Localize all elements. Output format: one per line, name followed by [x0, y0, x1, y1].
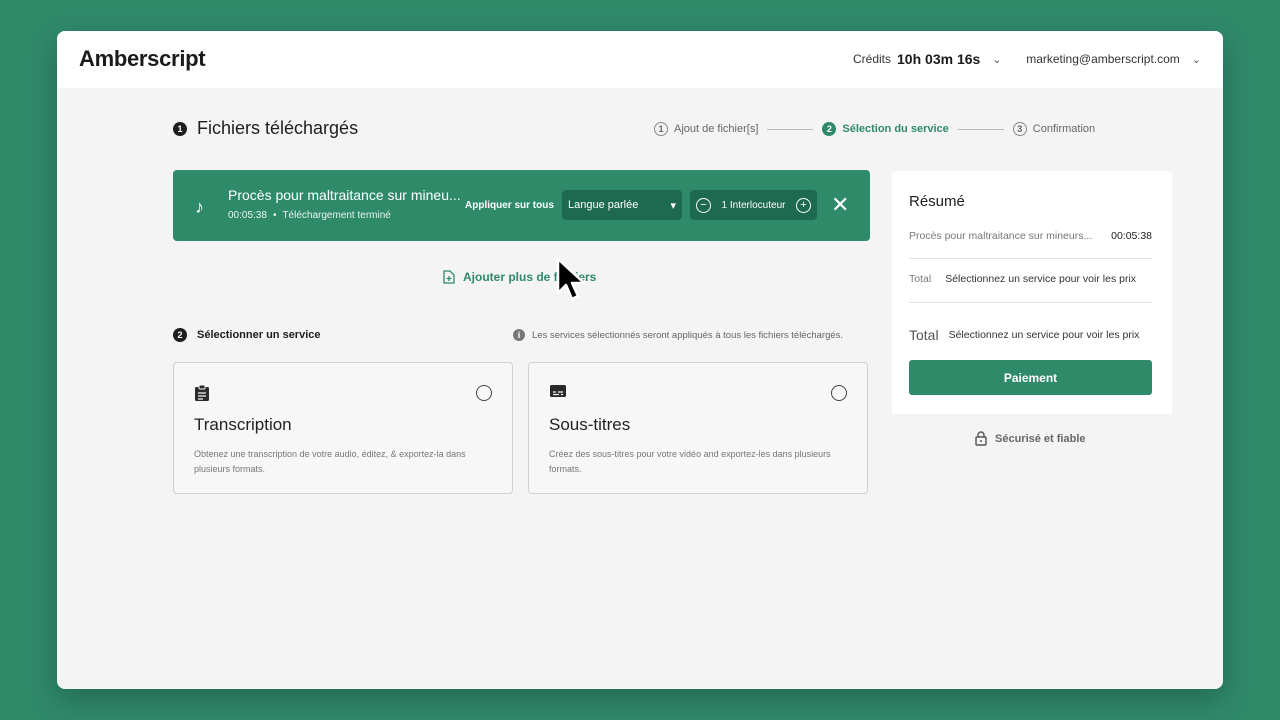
step-connector [767, 128, 814, 130]
grand-total-label: Total [909, 327, 939, 343]
service-heading-label: Sélectionner un service [197, 329, 321, 341]
plus-icon[interactable]: + [796, 197, 811, 213]
step-badge: 2 [173, 328, 187, 342]
minus-icon[interactable]: − [696, 197, 711, 213]
step-badge: 1 [173, 121, 187, 136]
step-number: 2 [822, 122, 837, 136]
file-meta: 00:05:38 • Téléchargement terminé [228, 210, 391, 221]
progress-stepper: 1 Ajout de fichier[s] 2 Sélection du ser… [654, 122, 1095, 136]
file-name: Procès pour maltraitance sur mineu... [228, 187, 461, 203]
speaker-stepper: − 1 Interlocuteur + [690, 190, 817, 220]
step-select-service: 2 Sélection du service [822, 122, 949, 136]
account-email: marketing@amberscript.com [1026, 52, 1180, 66]
summary-total-row: Total Sélectionnez un service pour voir … [909, 273, 1152, 285]
service-title: Sous-titres [549, 415, 631, 434]
credits-dropdown[interactable]: Crédits 10h 03m 16s ⌄ [853, 51, 1002, 67]
summary-title: Résumé [909, 193, 965, 210]
divider [909, 258, 1152, 259]
total-label: Total [909, 273, 932, 285]
step-connector [957, 128, 1004, 130]
chevron-down-icon: ⌄ [1191, 53, 1201, 66]
logo: Amberscript [79, 46, 206, 71]
page-title-row: 1 Fichiers téléchargés [173, 118, 358, 139]
credits-value: 10h 03m 16s [897, 51, 981, 67]
subtitles-icon [550, 385, 566, 397]
step-number: 1 [654, 122, 668, 136]
file-card: ♪ Procès pour maltraitance sur mineu... … [173, 170, 870, 241]
clipboard-icon [195, 384, 209, 401]
pay-button[interactable]: Paiement [909, 360, 1152, 395]
chevron-down-icon: ⌄ [992, 53, 1002, 66]
language-select[interactable]: Langue parlée ▾ [562, 190, 682, 220]
cursor-icon [556, 257, 586, 301]
service-radio[interactable] [831, 385, 847, 401]
info-icon: i [513, 329, 525, 341]
file-status: Téléchargement terminé [282, 210, 391, 221]
service-title: Transcription [194, 415, 292, 434]
step-number: 3 [1012, 122, 1027, 136]
secure-badge: Sécurisé et fiable [975, 431, 1086, 446]
total-text: Sélectionnez un service pour voir les pr… [945, 273, 1137, 285]
separator-dot: • [272, 210, 277, 221]
summary-panel: Résumé Procès pour maltraitance sur mine… [892, 171, 1172, 414]
page-title: Fichiers téléchargés [197, 118, 359, 138]
credits-label: Crédits [853, 52, 892, 66]
add-file-icon [443, 270, 455, 284]
summary-file-row: Procès pour maltraitance sur mineurs... … [909, 230, 1152, 242]
secure-label: Sécurisé et fiable [995, 432, 1086, 445]
language-placeholder: Langue parlée [568, 199, 639, 211]
service-radio[interactable] [476, 385, 492, 401]
speaker-count: 1 Interlocuteur [721, 199, 786, 211]
service-card-transcription[interactable]: Transcription Obtenez une transcription … [173, 362, 513, 494]
step-add-files: 1 Ajout de fichier[s] [654, 122, 758, 136]
music-note-icon: ♪ [195, 197, 204, 217]
close-icon[interactable]: ✕ [831, 192, 849, 218]
summary-file-name: Procès pour maltraitance sur mineurs... [909, 230, 1093, 242]
service-heading: 2 Sélectionner un service [173, 328, 321, 342]
summary-file-duration: 00:05:38 [1111, 230, 1152, 242]
step-label: Sélection du service [842, 123, 949, 135]
lock-icon [975, 431, 987, 446]
caret-down-icon: ▾ [670, 199, 676, 212]
step-label: Confirmation [1032, 123, 1096, 135]
service-note: i Les services sélectionnés seront appli… [513, 329, 843, 341]
service-description: Obtenez une transcription de votre audio… [194, 449, 466, 474]
file-duration: 00:05:38 [228, 210, 267, 221]
app-window: Amberscript Crédits 10h 03m 16s ⌄ market… [57, 31, 1223, 689]
top-bar: Amberscript Crédits 10h 03m 16s ⌄ market… [57, 31, 1223, 88]
account-menu[interactable]: marketing@amberscript.com ⌄ [1026, 52, 1201, 66]
apply-all-label: Appliquer sur tous [465, 200, 554, 211]
summary-grand-total-row: Total Sélectionnez un service pour voir … [909, 327, 1152, 343]
divider [909, 302, 1152, 303]
service-note-text: Les services sélectionnés seront appliqu… [532, 329, 844, 341]
step-confirmation: 3 Confirmation [1012, 122, 1096, 136]
step-label: Ajout de fichier[s] [674, 123, 759, 135]
service-card-subtitles[interactable]: Sous-titres Créez des sous-titres pour v… [528, 362, 868, 494]
grand-total-text: Sélectionnez un service pour voir les pr… [948, 329, 1140, 341]
service-description: Créez des sous-titres pour votre vidéo a… [549, 449, 831, 474]
